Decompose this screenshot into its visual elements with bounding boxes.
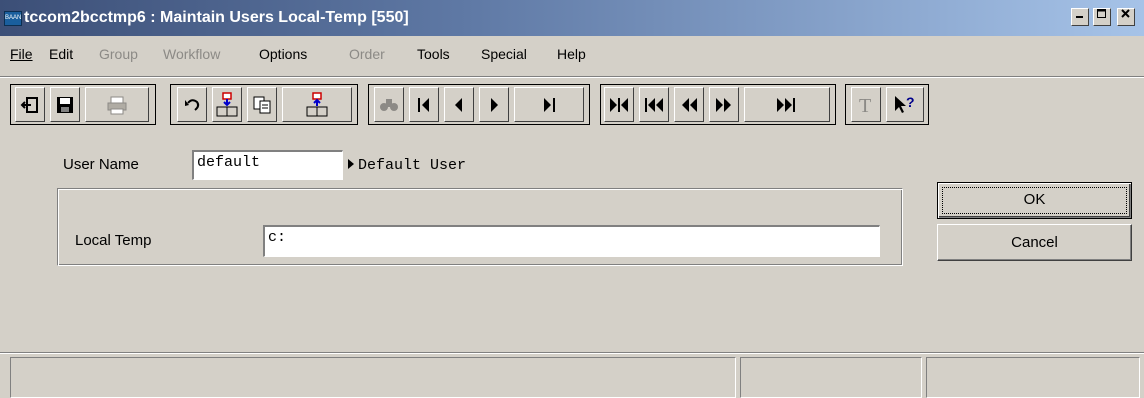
svg-text:?: ? — [906, 95, 915, 110]
user-name-label: User Name — [63, 156, 139, 173]
status-pane-secondary — [740, 357, 922, 398]
user-description: Default User — [358, 157, 467, 174]
focus-rectangle — [942, 187, 1127, 214]
find-button[interactable] — [374, 87, 404, 122]
local-temp-label: Local Temp — [75, 232, 152, 249]
last-record-button[interactable] — [514, 87, 584, 122]
toolbar-divider — [0, 76, 1144, 78]
maximize-button[interactable] — [1093, 8, 1111, 26]
save-button[interactable] — [50, 87, 80, 122]
window-title: tccom2bcctmp6 : Maintain Users Local-Tem… — [24, 9, 409, 26]
next-record-button[interactable] — [479, 87, 509, 122]
first-record-button[interactable] — [409, 87, 439, 122]
menu-help[interactable]: Help — [557, 46, 586, 62]
context-help-icon: ? — [895, 95, 915, 113]
delete-record-button[interactable] — [282, 87, 352, 122]
local-temp-field[interactable]: c: — [263, 225, 880, 257]
menu-workflow[interactable]: Workflow — [163, 46, 220, 62]
text-button[interactable]: T — [851, 87, 881, 122]
cancel-button[interactable]: Cancel — [937, 224, 1132, 261]
app-icon[interactable]: BAAN — [4, 11, 22, 26]
previous-group-icon — [645, 97, 663, 112]
status-bar-divider — [0, 352, 1144, 354]
title-bar: BAAN tccom2bcctmp6 : Maintain Users Loca… — [0, 0, 1144, 36]
menu-special[interactable]: Special — [481, 46, 527, 62]
delete-record-icon — [306, 91, 328, 116]
context-help-button[interactable]: ? — [886, 87, 924, 122]
status-pane-main — [10, 357, 736, 398]
insert-record-icon — [216, 91, 238, 116]
next-group-icon — [777, 97, 795, 112]
menu-file[interactable]: File — [10, 46, 33, 62]
next-group-button[interactable] — [744, 87, 830, 122]
menu-group[interactable]: Group — [99, 46, 138, 62]
minimize-icon — [1076, 16, 1083, 18]
previous-group-button[interactable] — [639, 87, 669, 122]
ok-button[interactable]: OK — [937, 182, 1132, 219]
previous-set-button[interactable] — [674, 87, 704, 122]
text-icon: T — [859, 95, 871, 115]
next-set-button[interactable] — [709, 87, 739, 122]
print-icon — [107, 96, 127, 114]
first-group-icon — [610, 97, 628, 112]
minimize-button[interactable] — [1071, 8, 1089, 26]
next-set-icon — [716, 97, 731, 112]
menu-bar: File Edit Group Workflow Options Order T… — [0, 42, 1144, 66]
insert-record-button[interactable] — [212, 87, 242, 122]
undo-button[interactable] — [177, 87, 207, 122]
exit-icon — [20, 96, 38, 113]
copy-icon — [253, 96, 271, 113]
first-group-button[interactable] — [604, 87, 634, 122]
close-icon — [1121, 9, 1130, 18]
previous-record-icon — [455, 97, 462, 112]
last-record-icon — [544, 97, 555, 112]
next-record-icon — [491, 97, 498, 112]
undo-icon — [185, 98, 200, 111]
menu-tools[interactable]: Tools — [417, 46, 450, 62]
copy-button[interactable] — [247, 87, 277, 122]
status-pane-tertiary — [926, 357, 1140, 398]
maximize-icon — [1097, 9, 1106, 18]
exit-button[interactable] — [15, 87, 45, 122]
cancel-button-label: Cancel — [1011, 234, 1058, 251]
previous-record-button[interactable] — [444, 87, 474, 122]
save-icon — [57, 96, 73, 113]
zoom-arrow-icon[interactable] — [347, 158, 355, 170]
svg-text:T: T — [859, 95, 871, 115]
find-icon — [380, 98, 398, 111]
first-record-icon — [418, 97, 429, 112]
menu-order[interactable]: Order — [349, 46, 385, 62]
menu-edit[interactable]: Edit — [49, 46, 73, 62]
previous-set-icon — [682, 97, 697, 112]
print-button[interactable] — [85, 87, 149, 122]
menu-options[interactable]: Options — [259, 46, 307, 62]
close-button[interactable] — [1117, 8, 1135, 26]
user-name-field[interactable]: default — [192, 150, 343, 180]
